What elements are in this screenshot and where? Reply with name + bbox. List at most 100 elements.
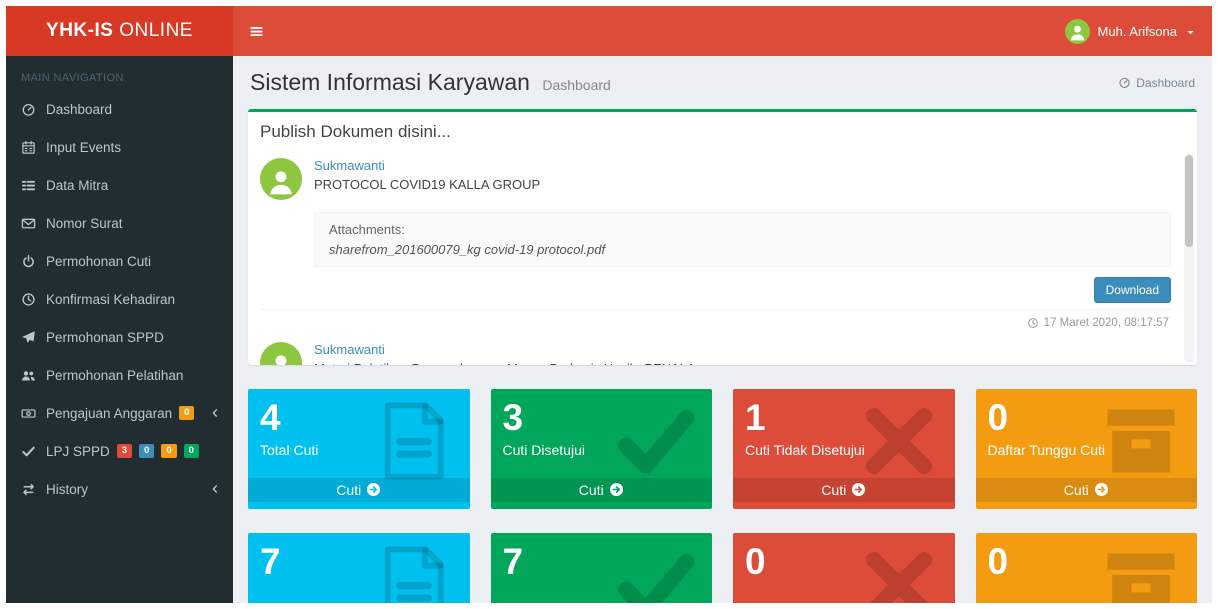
avatar [260,342,302,365]
status-badge: 0 [161,444,176,458]
sidebar-item-label: Input Events [46,140,121,155]
sidebar-item-pengajuan-anggaran[interactable]: Pengajuan Anggaran 0 [6,394,233,432]
sidebar-item-data-mitra[interactable]: Data Mitra [6,166,233,204]
list-item: Sukmawanti Materi Pelatihan Pengembangan… [260,336,1171,365]
status-badge: 3 [117,444,132,458]
main-content: Sistem Informasi Karyawan Dashboard Dash… [233,56,1212,603]
post-timestamp-text: 17 Maret 2020, 08:17:57 [1044,317,1169,329]
post-title: PROTOCOL COVID19 KALLA GROUP [314,177,540,192]
sidebar-item-label: Permohonan SPPD [46,330,164,345]
navbar: Muh. Arifsona [233,6,1212,56]
attachment-filename: sharefrom_201600079_kg covid-19 protocol… [329,242,1156,257]
breadcrumb[interactable]: Dashboard [1118,76,1195,90]
list-item: Sukmawanti PROTOCOL COVID19 KALLA GROUP … [260,152,1171,336]
money-icon [21,406,36,421]
dashboard-icon [1118,76,1131,89]
check-icon [21,444,36,459]
angle-left-icon [209,483,221,495]
stat-value: 0 [988,541,1186,584]
sidebar-item-history[interactable]: History [6,470,233,508]
stat-footer-label: Cuti [336,482,361,498]
scrollbar-thumb[interactable] [1185,155,1193,247]
sidebar-item-permohonan-pelatihan[interactable]: Permohonan Pelatihan [6,356,233,394]
person-icon [1068,23,1087,42]
attachments-label: Attachments: [329,222,1156,237]
sidebar-item-label: Konfirmasi Kehadiran [46,292,175,307]
sidebar-item-lpj-sppd[interactable]: LPJ SPPD 3 0 0 0 [6,432,233,470]
stat-footer-link[interactable]: Cuti [976,478,1198,502]
stat-footer-link[interactable]: Cuti [733,478,955,502]
stat-label: Cuti Tidak Disetujui [745,442,943,458]
sidebar-item-label: Nomor Surat [46,216,123,231]
stat-value: 4 [260,397,458,440]
clock-icon [21,292,36,307]
exchange-icon [21,482,36,497]
publish-panel-title: Publish Dokumen disini... [248,112,1197,150]
scrollbar[interactable] [1184,153,1194,362]
person-icon [266,167,296,197]
sidebar-item-permohonan-cuti[interactable]: Permohonan Cuti [6,242,233,280]
sidebar-item-label: Data Mitra [46,178,108,193]
page-title-text: Sistem Informasi Karyawan [250,69,530,95]
stat-footer-label: Cuti [821,482,846,498]
stat-label: Total Cuti [260,442,458,458]
page-title: Sistem Informasi Karyawan Dashboard [250,69,611,96]
sidebar-item-label: Permohonan Cuti [46,254,151,269]
stat-footer-link[interactable]: Cuti [248,478,470,502]
attachment-block: Attachments: sharefrom_201600079_kg covi… [314,212,1171,267]
user-menu[interactable]: Muh. Arifsona [1049,6,1213,56]
app-window: YHK-IS ONLINE Muh. Arifsona MAIN NAVIGAT… [6,6,1212,603]
logo-rest-text: ONLINE [119,20,193,41]
stat-box: 7 [248,533,470,603]
envelope-icon [21,216,36,231]
post-author-link[interactable]: Sukmawanti [314,342,696,357]
stat-value: 0 [988,397,1186,440]
stat-box-daftar-tunggu-cuti: 0 Daftar Tunggu Cuti Cuti [976,389,1198,509]
stat-box: 0 [976,533,1198,603]
stats-row-sppd: 7 7 0 [248,533,1197,603]
sidebar: MAIN NAVIGATION Dashboard Input Events D… [6,56,233,603]
sidebar-item-konfirmasi-kehadiran[interactable]: Konfirmasi Kehadiran [6,280,233,318]
plane-icon [21,330,36,345]
arrow-circle-right-icon [1094,482,1109,497]
list-icon [21,178,36,193]
person-icon [266,351,296,366]
sidebar-item-label: History [46,482,88,497]
sidebar-item-label: Pengajuan Anggaran [46,406,172,421]
status-badge: 0 [184,444,199,458]
app-logo[interactable]: YHK-IS ONLINE [6,6,233,56]
avatar [1065,19,1090,44]
status-badge: 0 [179,406,194,420]
stat-value: 0 [745,541,943,584]
sidebar-item-label: LPJ SPPD [46,444,110,459]
arrow-circle-right-icon [609,482,624,497]
user-name: Muh. Arifsona [1098,24,1178,39]
bars-icon [249,24,264,39]
top-navbar: YHK-IS ONLINE Muh. Arifsona [6,6,1212,56]
stat-label: Daftar Tunggu Cuti [988,442,1186,458]
publish-panel: Publish Dokumen disini... Sukmawanti PRO… [248,109,1197,365]
arrow-circle-right-icon [366,482,381,497]
arrow-circle-right-icon [851,482,866,497]
stat-value: 7 [260,541,458,584]
stat-label: Cuti Disetujui [503,442,701,458]
calendar-icon [21,140,36,155]
stat-box-cuti-disetujui: 3 Cuti Disetujui Cuti [491,389,713,509]
sidebar-item-label: Permohonan Pelatihan [46,368,183,383]
stat-footer-label: Cuti [1064,482,1089,498]
sidebar-toggle-button[interactable] [233,6,279,56]
download-button[interactable]: Download [1094,277,1171,303]
sidebar-item-nomor-surat[interactable]: Nomor Surat [6,204,233,242]
stat-box-total-cuti: 4 Total Cuti Cuti [248,389,470,509]
stat-footer-link[interactable]: Cuti [491,478,713,502]
sidebar-item-permohonan-sppd[interactable]: Permohonan SPPD [6,318,233,356]
post-author-link[interactable]: Sukmawanti [314,158,540,173]
stat-box: 7 [491,533,713,603]
dashboard-icon [21,102,36,117]
caret-down-icon [1185,26,1196,37]
post-timestamp: 17 Maret 2020, 08:17:57 [260,309,1171,336]
publish-feed[interactable]: Sukmawanti PROTOCOL COVID19 KALLA GROUP … [248,150,1197,365]
avatar [260,158,302,200]
sidebar-item-dashboard[interactable]: Dashboard [6,90,233,128]
sidebar-item-input-events[interactable]: Input Events [6,128,233,166]
